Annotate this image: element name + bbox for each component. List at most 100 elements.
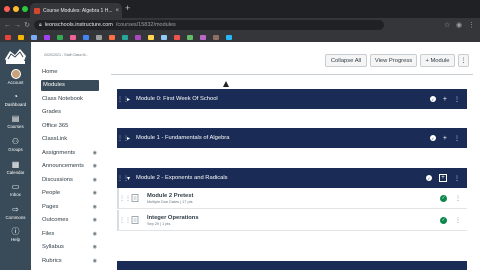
bookmark-favicon-icon[interactable]: [109, 34, 115, 40]
course-nav-home[interactable]: Home: [41, 66, 99, 77]
back-icon[interactable]: ←: [4, 22, 11, 29]
new-tab-icon[interactable]: +: [125, 3, 130, 13]
course-nav-label: ClassLink: [42, 136, 68, 142]
browser-tab-active[interactable]: Course Modules: Algebra 1 H... ×: [30, 3, 122, 18]
close-window-icon[interactable]: [4, 6, 10, 12]
chevron-right-icon[interactable]: ▸: [127, 135, 133, 142]
module-item[interactable]: ⋮⋮ Module 2 Pretest Multiple Due Dates |…: [117, 188, 467, 209]
course-nav-pages[interactable]: Pages ◉: [41, 201, 99, 212]
global-nav-commons[interactable]: ⇨ Commons: [0, 204, 31, 222]
item-menu-icon[interactable]: ⋮: [455, 217, 461, 224]
reload-icon[interactable]: ↻: [24, 21, 30, 29]
course-nav-outcomes[interactable]: Outcomes ◉: [41, 215, 99, 226]
view-progress-button[interactable]: View Progress: [370, 54, 417, 67]
publish-status-icon[interactable]: ✓: [429, 96, 436, 102]
course-nav-assignments[interactable]: Assignments ◉: [41, 147, 99, 158]
bookmark-favicon-icon[interactable]: [187, 34, 193, 40]
course-nav-label: Rubrics: [42, 257, 62, 264]
url-field[interactable]: 🔒︎ leonschools.instructure.com/courses/1…: [34, 20, 384, 30]
drag-handle-icon[interactable]: ⋮⋮: [119, 217, 131, 224]
extensions-icon[interactable]: ◉: [456, 21, 462, 29]
global-nav-label: Account: [7, 80, 24, 85]
module-menu-icon[interactable]: ⋮: [454, 96, 460, 103]
course-nav-class-notebook[interactable]: Class Notebook: [41, 93, 99, 104]
chevron-right-icon[interactable]: ▸: [127, 96, 133, 103]
course-nav-label: Outcomes: [42, 217, 69, 223]
drag-handle-icon[interactable]: ⋮⋮: [117, 135, 129, 142]
course-nav-modules[interactable]: Modules: [41, 79, 99, 91]
bookmark-favicon-icon[interactable]: [148, 34, 154, 40]
global-nav-inbox[interactable]: ▭ Inbox: [0, 181, 31, 199]
course-nav-label: Files: [42, 230, 55, 237]
course-nav-classlink[interactable]: ClassLink: [41, 134, 99, 145]
url-host: leonschools.instructure.com: [44, 22, 113, 28]
bookmark-favicon-icon[interactable]: [96, 34, 102, 40]
hidden-eye-icon: ◉: [92, 149, 97, 156]
collapse-all-button[interactable]: Collapse All: [325, 54, 367, 67]
add-module-button[interactable]: + Module: [420, 54, 455, 67]
more-options-button[interactable]: ⋮: [458, 54, 469, 67]
course-nav-discussions[interactable]: Discussions ◉: [41, 174, 99, 185]
bookmark-favicon-icon[interactable]: [122, 34, 128, 40]
minimize-window-icon[interactable]: [13, 6, 19, 12]
bookmark-favicon-icon[interactable]: [31, 34, 37, 40]
bookmark-favicon-icon[interactable]: [57, 34, 63, 40]
course-nav-people[interactable]: People ◉: [41, 188, 99, 199]
publish-status-icon[interactable]: ✓: [426, 175, 432, 181]
global-nav-courses[interactable]: ▤ Courses: [0, 113, 31, 131]
add-item-icon[interactable]: +: [443, 135, 447, 142]
module-item-title[interactable]: Integer Operations: [147, 215, 440, 221]
drag-handle-icon[interactable]: ⋮⋮: [117, 96, 129, 103]
bookmark-favicon-icon[interactable]: [18, 34, 24, 40]
bookmark-favicon-icon[interactable]: [226, 34, 232, 40]
drag-handle-icon[interactable]: ⋮⋮: [117, 175, 129, 182]
hidden-eye-icon: ◉: [92, 217, 97, 223]
forward-icon[interactable]: →: [14, 22, 21, 29]
star-icon[interactable]: ☆: [444, 21, 450, 29]
browser-menu-icon[interactable]: ⋮: [468, 21, 475, 29]
module-menu-icon[interactable]: ⋮: [454, 135, 460, 142]
publish-status-icon[interactable]: ✓: [429, 135, 436, 141]
module-item-title[interactable]: Module 2 Pretest: [147, 193, 440, 199]
published-check-icon[interactable]: ✓: [440, 216, 447, 224]
bookmark-favicon-icon[interactable]: [200, 34, 206, 40]
course-nav-grades[interactable]: Grades: [41, 107, 99, 118]
chevron-down-icon[interactable]: ▾: [127, 175, 133, 182]
global-nav-calendar[interactable]: ▦ Calendar: [0, 159, 31, 177]
published-check-icon[interactable]: ✓: [440, 194, 447, 202]
course-nav-rubrics[interactable]: Rubrics ◉: [41, 255, 99, 266]
dashboard-icon: ◔: [13, 91, 18, 101]
course-nav-syllabus[interactable]: Syllabus ◉: [41, 242, 99, 253]
bookmark-favicon-icon[interactable]: [83, 34, 89, 40]
bookmark-favicon-icon[interactable]: [161, 34, 167, 40]
global-nav-dashboard[interactable]: ◔ Dashboard: [0, 91, 31, 109]
module-header-2[interactable]: ⋮⋮ ▾ Module 2 - Exponents and Radicals ✓…: [117, 168, 467, 188]
course-nav-announcements[interactable]: Announcements ◉: [41, 161, 99, 172]
module-header-0[interactable]: ⋮⋮ ▸ Module 0: First Week Of School ✓ + …: [117, 89, 467, 109]
module-header-1[interactable]: ⋮⋮ ▸ Module 1 - Fundamentals of Algebra …: [117, 128, 467, 148]
module-item[interactable]: ⋮⋮ Integer Operations Sep 29 | 1 pts ✓ ⋮: [117, 210, 467, 231]
drag-handle-icon[interactable]: ⋮⋮: [119, 195, 131, 202]
item-menu-icon[interactable]: ⋮: [455, 195, 461, 202]
bookmark-favicon-icon[interactable]: [70, 34, 76, 40]
global-nav-help[interactable]: ⓘ Help: [0, 226, 31, 244]
course-nav-office-365[interactable]: Office 365: [41, 120, 99, 131]
global-nav-account[interactable]: Account: [0, 69, 31, 87]
bookmark-favicon-icon[interactable]: [5, 34, 11, 40]
bookmark-favicon-icon[interactable]: [135, 34, 141, 40]
course-nav-files[interactable]: Files ◉: [41, 228, 99, 239]
add-item-icon[interactable]: +: [439, 174, 447, 182]
quiz-icon: [131, 194, 139, 202]
maximize-window-icon[interactable]: [22, 6, 28, 12]
module-menu-icon[interactable]: ⋮: [454, 175, 460, 182]
bookmark-favicon-icon[interactable]: [44, 34, 50, 40]
course-nav-label: Grades: [42, 109, 62, 115]
global-nav-groups[interactable]: ⚇ Groups: [0, 136, 31, 154]
quiz-icon: [131, 216, 139, 224]
hidden-eye-icon: ◉: [92, 257, 97, 264]
bookmark-favicon-icon[interactable]: [213, 34, 219, 40]
tab-close-icon[interactable]: ×: [115, 8, 119, 14]
add-item-icon[interactable]: +: [443, 96, 447, 103]
bookmark-favicon-icon[interactable]: [174, 34, 180, 40]
next-module-header[interactable]: [117, 261, 467, 270]
